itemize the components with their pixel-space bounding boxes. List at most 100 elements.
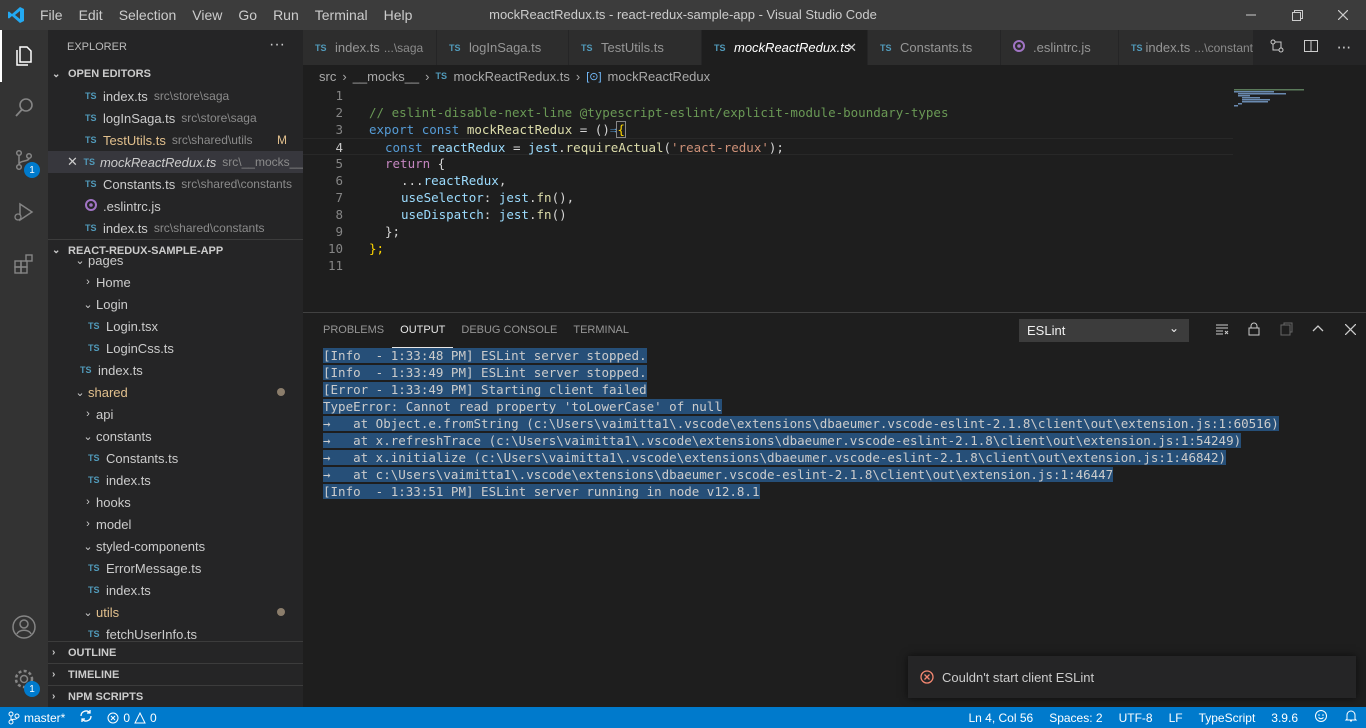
line-number: 4 [335, 140, 343, 155]
tab-eslintrc[interactable]: .eslintrc.js [1001, 30, 1119, 65]
menu-go[interactable]: Go [230, 0, 265, 30]
open-editor-name: mockReactRedux.ts [99, 154, 217, 170]
clear-output-icon[interactable] [1206, 322, 1238, 339]
close-window-button[interactable] [1320, 0, 1366, 30]
sync-icon[interactable] [79, 709, 93, 726]
language-mode[interactable]: TypeScript [1199, 711, 1256, 725]
log-text: [Error - 1:33:49 PM] Starting client fai… [323, 382, 647, 397]
close-icon[interactable]: ✕ [67, 154, 83, 170]
tree-file[interactable]: TS ErrorMessage.ts [48, 557, 303, 579]
menu-edit[interactable]: Edit [71, 0, 111, 30]
notifications-bell-icon[interactable] [1344, 709, 1358, 726]
tree-file[interactable]: TS LoginCss.ts [48, 337, 303, 359]
minimize-button[interactable] [1228, 0, 1274, 30]
compare-changes-icon[interactable] [1269, 38, 1285, 58]
maximize-panel-icon[interactable] [1302, 323, 1334, 338]
breadcrumb-src[interactable]: src [319, 69, 336, 84]
open-editor-item[interactable]: TS logInSaga.ts src\store\saga [48, 107, 303, 129]
breadcrumb-file[interactable]: mockReactRedux.ts [454, 69, 570, 84]
tree-file[interactable]: TS Constants.ts [48, 447, 303, 469]
tree-folder-login[interactable]: ⌄ Login [48, 293, 303, 315]
log-text: → at x.refreshTrace (c:\Users\vaimitta1\… [323, 433, 1242, 448]
problems-indicator[interactable]: 0 0 [107, 711, 157, 725]
open-editor-item-active[interactable]: ✕ TS mockReactRedux.ts src\__mocks__ [48, 151, 303, 173]
encoding[interactable]: UTF-8 [1119, 711, 1153, 725]
output-channel-select[interactable]: ESLint ⌄ [1019, 319, 1189, 342]
indentation[interactable]: Spaces: 2 [1049, 711, 1102, 725]
code-text: ); [768, 140, 784, 155]
search-icon[interactable] [0, 82, 48, 134]
tree-file[interactable]: TS index.ts [48, 579, 303, 601]
window-controls [1228, 0, 1366, 30]
tab-mockreactredux[interactable]: TS mockReactRedux.ts ✕ [702, 30, 868, 65]
tab-problems[interactable]: PROBLEMS [315, 313, 392, 348]
ts-version[interactable]: 3.9.6 [1271, 711, 1298, 725]
open-editors-header[interactable]: ⌄ OPEN EDITORS [48, 63, 303, 85]
explorer-icon[interactable] [0, 30, 48, 82]
split-editor-icon[interactable] [1303, 38, 1319, 58]
menu-run[interactable]: Run [265, 0, 307, 30]
tree-file[interactable]: TS Login.tsx [48, 315, 303, 337]
tab-index-constants[interactable]: TS index.ts ...\constant [1119, 30, 1254, 65]
tree-folder-constants[interactable]: ⌄ constants [48, 425, 303, 447]
close-panel-icon[interactable] [1334, 323, 1366, 338]
run-debug-icon[interactable] [0, 186, 48, 238]
open-editor-item[interactable]: TS Constants.ts src\shared\constants [48, 173, 303, 195]
restore-button[interactable] [1274, 0, 1320, 30]
tree-folder-model[interactable]: › model [48, 513, 303, 535]
menu-view[interactable]: View [184, 0, 230, 30]
tree-folder-styled-components[interactable]: ⌄ styled-components [48, 535, 303, 557]
minimap[interactable] [1232, 87, 1352, 147]
extensions-icon[interactable] [0, 238, 48, 290]
open-log-icon[interactable] [1270, 322, 1302, 339]
tab-loginsaga[interactable]: TS logInSaga.ts [437, 30, 569, 65]
accounts-icon[interactable] [0, 601, 48, 653]
tree-folder-api[interactable]: › api [48, 403, 303, 425]
branch-indicator[interactable]: master* [8, 711, 65, 725]
log-line: → at x.initialize (c:\Users\vaimitta1\.v… [323, 449, 1279, 466]
tree-folder-hooks[interactable]: › hooks [48, 491, 303, 513]
menu-help[interactable]: Help [376, 0, 421, 30]
tab-terminal[interactable]: TERMINAL [565, 313, 637, 348]
timeline-header[interactable]: › TIMELINE [48, 663, 303, 685]
more-actions-icon[interactable]: ··· [1337, 39, 1351, 57]
tab-index-saga[interactable]: TS index.ts ...\saga [303, 30, 437, 65]
line-ending[interactable]: LF [1169, 711, 1183, 725]
close-tab-icon[interactable]: ✕ [846, 40, 857, 56]
code-editor[interactable]: 1 2 // eslint-disable-next-line @typescri… [303, 87, 1366, 312]
cursor-position[interactable]: Ln 4, Col 56 [968, 711, 1033, 725]
breadcrumb-mocks[interactable]: __mocks__ [353, 69, 419, 84]
more-actions-icon[interactable]: ··· [269, 36, 285, 54]
tree-folder-home[interactable]: › Home [48, 271, 303, 293]
tree-folder-shared[interactable]: ⌄ shared [48, 381, 303, 403]
tree-folder-pages[interactable]: ⌄ pages [48, 257, 303, 271]
source-control-icon[interactable]: 1 [0, 134, 48, 186]
tab-testutils[interactable]: TS TestUtils.ts [569, 30, 702, 65]
menu-file[interactable]: File [32, 0, 71, 30]
tree-file[interactable]: TS index.ts [48, 469, 303, 491]
output-log[interactable]: [Info - 1:33:48 PM] ESLint server stoppe… [323, 347, 1279, 500]
menu-terminal[interactable]: Terminal [307, 0, 376, 30]
outline-header[interactable]: › OUTLINE [48, 641, 303, 663]
file-name: LoginCss.ts [106, 340, 174, 356]
open-editor-item[interactable]: TS TestUtils.ts src\shared\utils M [48, 129, 303, 151]
line-number: 7 [335, 190, 343, 205]
tree-file[interactable]: TS index.ts [48, 359, 303, 381]
menu-selection[interactable]: Selection [111, 0, 185, 30]
activity-bar: 1 1 [0, 30, 48, 707]
identifier: reactRedux [430, 140, 506, 155]
tab-output[interactable]: OUTPUT [392, 313, 454, 348]
tree-folder-utils[interactable]: ⌄ utils [48, 601, 303, 623]
feedback-icon[interactable] [1314, 709, 1328, 726]
code-line: 2 // eslint-disable-next-line @typescript… [303, 104, 1233, 121]
breadcrumb-symbol[interactable]: mockReactRedux [608, 69, 711, 84]
settings-gear-icon[interactable]: 1 [0, 653, 48, 705]
open-editor-item[interactable]: .eslintrc.js [48, 195, 303, 217]
lock-scroll-icon[interactable] [1238, 322, 1270, 339]
npm-scripts-header[interactable]: › NPM SCRIPTS [48, 685, 303, 707]
tab-constants[interactable]: TS Constants.ts [868, 30, 1001, 65]
tab-debug-console[interactable]: DEBUG CONSOLE [453, 313, 565, 348]
open-editor-item[interactable]: TS index.ts src\shared\constants [48, 217, 303, 239]
open-editor-item[interactable]: TS index.ts src\store\saga [48, 85, 303, 107]
error-notification[interactable]: Couldn't start client ESLint [908, 656, 1356, 698]
